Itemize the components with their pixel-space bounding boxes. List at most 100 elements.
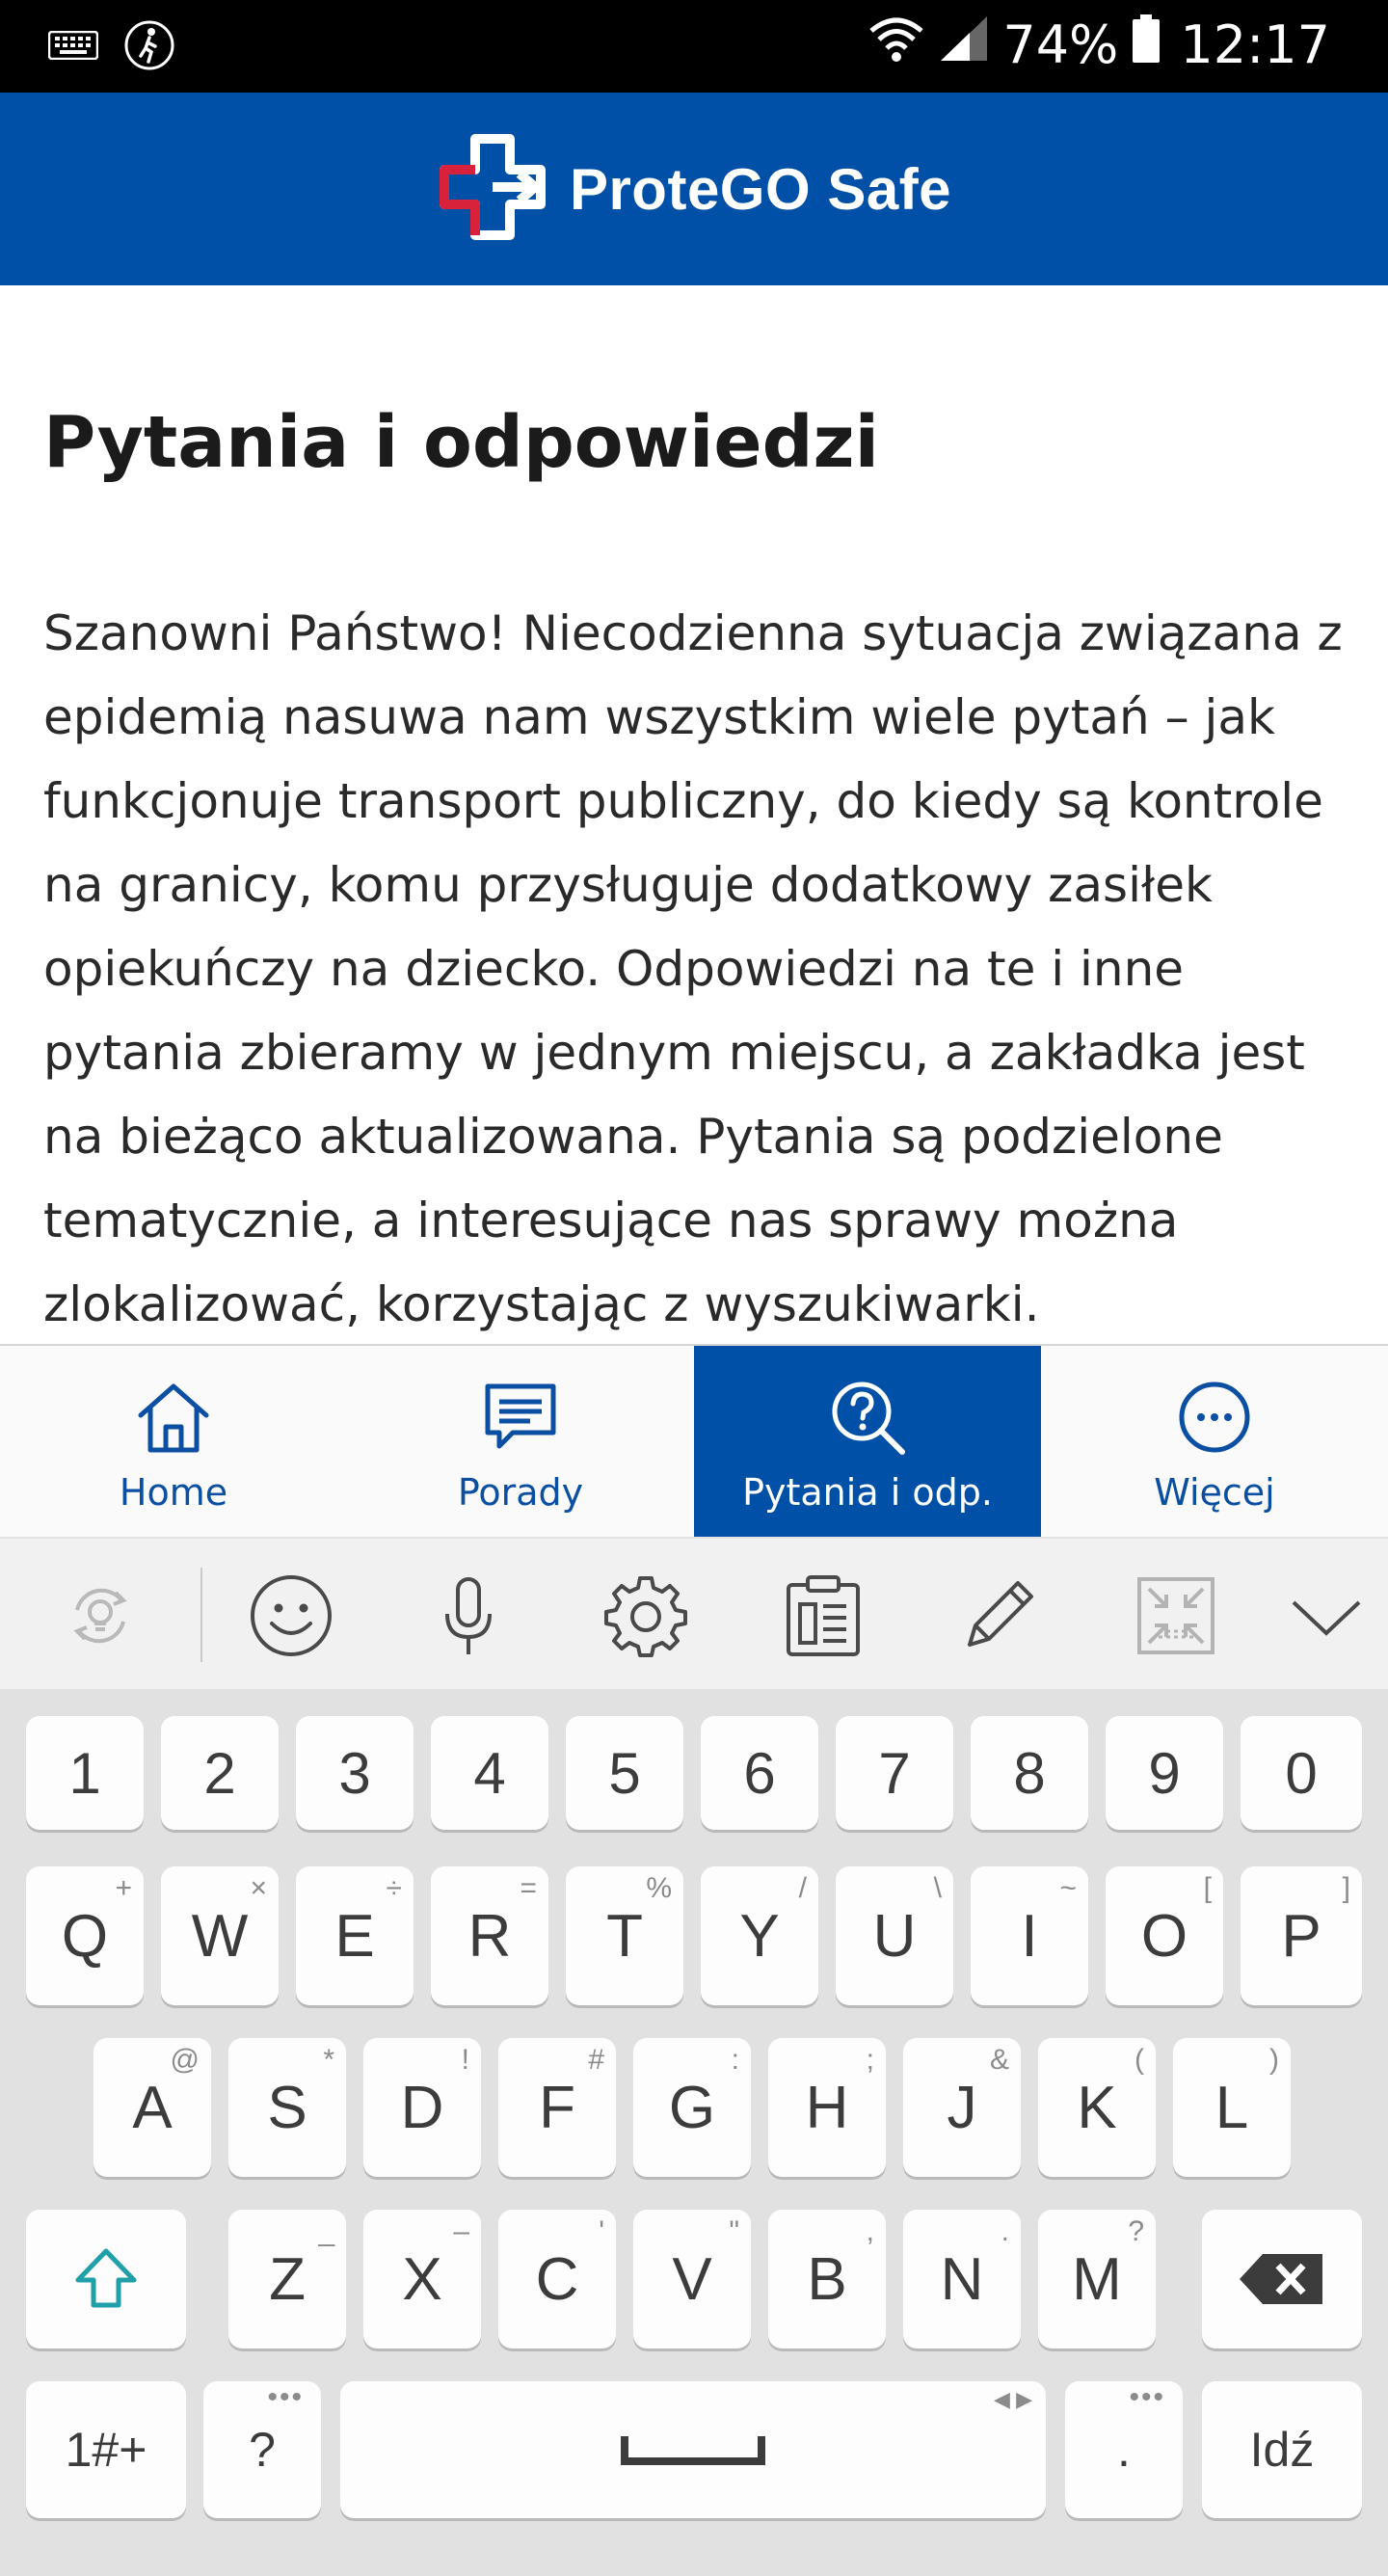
- key-sub-label: ;: [866, 2044, 874, 2076]
- key-sub-label: =: [520, 1872, 537, 1904]
- key-label: K: [1077, 2074, 1117, 2141]
- key-h[interactable]: H;: [768, 2038, 886, 2177]
- tab-home[interactable]: Home: [0, 1346, 347, 1539]
- more-punctuation-dots: •••: [1129, 2381, 1165, 2413]
- key-x[interactable]: X –: [363, 2210, 481, 2348]
- tab-label-porady: Porady: [457, 1471, 584, 1514]
- microphone-icon[interactable]: [424, 1571, 513, 1660]
- key-label: P: [1281, 1902, 1321, 1970]
- keyboard-toolbar: [0, 1537, 1388, 1691]
- key-s[interactable]: S *: [228, 2038, 346, 2177]
- key-label: J: [947, 2074, 977, 2141]
- key-v[interactable]: V ": [633, 2210, 751, 2348]
- symbols-key[interactable]: 1#+: [26, 2381, 186, 2518]
- key-label: 7: [878, 1740, 911, 1806]
- more-icon: [1179, 1382, 1250, 1453]
- app-bar: ProteGO Safe: [0, 93, 1388, 285]
- key-label: Idź: [1249, 2423, 1315, 2477]
- key-5[interactable]: 5: [566, 1716, 683, 1830]
- key-e[interactable]: E ÷: [296, 1866, 414, 2005]
- key-j[interactable]: J &: [903, 2038, 1021, 2177]
- key-sub-label: ~: [1059, 1872, 1077, 1904]
- key-sub-label: \: [933, 1872, 942, 1904]
- tab-pytania[interactable]: Pytania i odp.: [694, 1346, 1041, 1539]
- key-n[interactable]: N.: [903, 2210, 1021, 2348]
- chevron-down-icon[interactable]: [1282, 1571, 1371, 1660]
- key-6[interactable]: 6: [701, 1716, 818, 1830]
- space-key[interactable]: ◀ ▶: [340, 2381, 1046, 2518]
- key-7[interactable]: 7: [836, 1716, 953, 1830]
- resize-icon[interactable]: [1132, 1571, 1220, 1660]
- tab-porady[interactable]: Porady: [347, 1346, 694, 1539]
- shift-key[interactable]: [26, 2210, 186, 2348]
- key-sub-label: (: [1134, 2044, 1144, 2076]
- content-area[interactable]: Pytania i odpowiedzi Szanowni Państwo! N…: [0, 285, 1388, 1344]
- emoji-icon[interactable]: [247, 1571, 335, 1660]
- bulb-sync-icon[interactable]: [56, 1571, 145, 1660]
- key-label: I: [1021, 1902, 1038, 1970]
- key-m[interactable]: M?: [1038, 2210, 1156, 2348]
- key-label: D: [400, 2074, 444, 2141]
- key-8[interactable]: 8: [971, 1716, 1088, 1830]
- key-label: 0: [1285, 1740, 1318, 1806]
- key-c[interactable]: C ': [498, 2210, 616, 2348]
- key-p[interactable]: P]: [1241, 1866, 1362, 2005]
- key-q[interactable]: Q +: [26, 1866, 144, 2005]
- key-k[interactable]: K(: [1038, 2038, 1156, 2177]
- pencil-icon[interactable]: [954, 1571, 1043, 1660]
- key-sub-label: ]: [1342, 1872, 1350, 1904]
- key-sub-label: +: [115, 1872, 132, 1904]
- key-sub-label: ÷: [386, 1872, 402, 1904]
- key-label: A: [132, 2074, 173, 2141]
- key-label: 5: [608, 1740, 641, 1806]
- key-sub-label: .: [1001, 2215, 1009, 2247]
- key-a[interactable]: A @: [93, 2038, 211, 2177]
- key-i[interactable]: I ~: [971, 1866, 1088, 2005]
- key-sub-label: :: [731, 2044, 739, 2076]
- period-key[interactable]: . •••: [1065, 2381, 1183, 2518]
- key-sub-label: –: [453, 2215, 469, 2247]
- key-d[interactable]: D!: [363, 2038, 481, 2177]
- key-sub-label: ': [599, 2215, 604, 2247]
- key-0[interactable]: 0: [1241, 1716, 1362, 1830]
- key-sub-label: ,: [866, 2215, 874, 2247]
- clipboard-icon[interactable]: [779, 1571, 868, 1660]
- protego-logo-icon: [437, 131, 548, 247]
- key-b[interactable]: B,: [768, 2210, 886, 2348]
- brand: ProteGO Safe: [437, 131, 951, 247]
- key-4[interactable]: 4: [431, 1716, 548, 1830]
- key-sub-label: ×: [250, 1872, 267, 1904]
- key-r[interactable]: R =: [431, 1866, 548, 2005]
- key-label: 4: [473, 1740, 506, 1806]
- key-label: E: [334, 1902, 375, 1970]
- key-3[interactable]: 3: [296, 1716, 414, 1830]
- key-1[interactable]: 1: [26, 1716, 144, 1830]
- key-label: O: [1140, 1902, 1188, 1970]
- key-label: N: [940, 2245, 984, 2313]
- key-label: L: [1214, 2074, 1249, 2141]
- tab-label-wiecej: Więcej: [1154, 1471, 1275, 1514]
- key-9[interactable]: 9: [1106, 1716, 1223, 1830]
- key-t[interactable]: T%: [566, 1866, 683, 2005]
- key-label: M: [1072, 2245, 1122, 2313]
- go-key[interactable]: Idź: [1202, 2381, 1362, 2518]
- question-key[interactable]: ? •••: [203, 2381, 321, 2518]
- battery-icon: [1132, 13, 1161, 76]
- key-y[interactable]: Y /: [701, 1866, 818, 2005]
- key-f[interactable]: F #: [498, 2038, 616, 2177]
- key-w[interactable]: W ×: [161, 1866, 279, 2005]
- key-sub-label: _: [318, 2215, 334, 2247]
- key-label: H: [805, 2074, 849, 2141]
- key-l[interactable]: L): [1173, 2038, 1291, 2177]
- tab-wiecej[interactable]: Więcej: [1041, 1346, 1388, 1539]
- gear-icon[interactable]: [601, 1571, 690, 1660]
- key-z[interactable]: Z _: [228, 2210, 346, 2348]
- key-u[interactable]: U \: [836, 1866, 953, 2005]
- key-g[interactable]: G:: [633, 2038, 751, 2177]
- key-sub-label: %: [646, 1872, 672, 1904]
- backspace-key[interactable]: [1202, 2210, 1362, 2348]
- key-2[interactable]: 2: [161, 1716, 279, 1830]
- key-o[interactable]: O[: [1106, 1866, 1223, 2005]
- tab-label-pytania: Pytania i odp.: [742, 1471, 993, 1514]
- key-label: 1#+: [65, 2423, 147, 2477]
